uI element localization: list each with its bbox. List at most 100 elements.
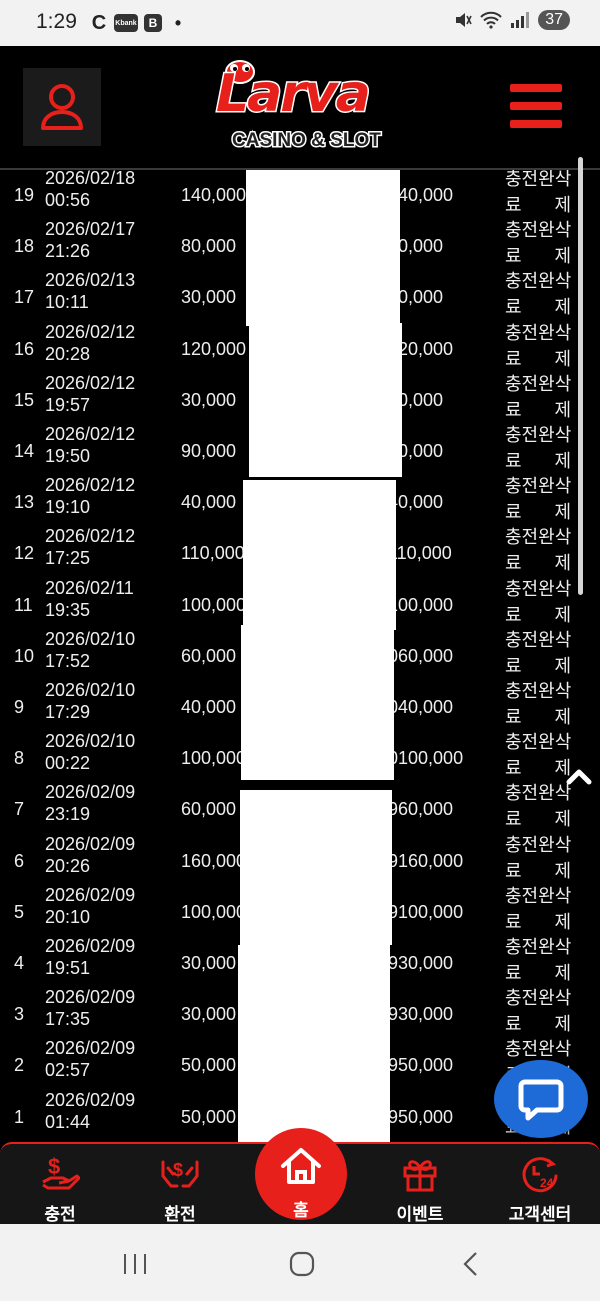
row-delete-button-cont[interactable]: 제 xyxy=(554,294,571,320)
row-status-cont: 료 xyxy=(505,553,522,574)
row-delete-button[interactable]: 삭 xyxy=(555,527,572,547)
wifi-icon xyxy=(480,11,502,29)
row-number: 5 xyxy=(14,901,25,922)
row-delete-button-cont[interactable]: 제 xyxy=(554,858,571,884)
recent-apps-icon[interactable] xyxy=(120,1252,150,1276)
row-number: 14 xyxy=(14,441,35,461)
row-delete-button-cont[interactable]: 제 xyxy=(554,1011,571,1037)
row-delete-button[interactable]: 삭 xyxy=(555,425,572,445)
row-number: 4 xyxy=(14,953,25,973)
row-amount: 60,000 xyxy=(181,645,237,666)
row-delete-button[interactable]: 삭 xyxy=(555,988,572,1008)
scroll-to-top-icon[interactable] xyxy=(565,763,593,791)
row-datetime: 2026/02/10 00:22 xyxy=(45,730,135,774)
row-balance: 950,000 xyxy=(388,1055,454,1076)
row-status-action: 충전완삭료 제 xyxy=(505,371,577,423)
row-delete-button-cont[interactable]: 제 xyxy=(554,397,571,423)
nav-support[interactable]: 24 고객센터 xyxy=(490,1144,590,1226)
home-system-icon[interactable] xyxy=(288,1250,316,1278)
redaction-block xyxy=(241,625,394,780)
user-profile-button[interactable] xyxy=(23,68,101,146)
row-amount: 30,000 xyxy=(181,1004,237,1025)
row-delete-button-cont[interactable]: 제 xyxy=(554,960,571,986)
nav-charge[interactable]: $ 충전 xyxy=(10,1144,110,1226)
status-time: 1:29 xyxy=(36,10,77,33)
user-icon xyxy=(41,84,83,130)
row-amount: 140,000 xyxy=(181,185,247,205)
row-delete-button[interactable]: 삭 xyxy=(555,374,572,394)
row-date: 2026/02/18 xyxy=(45,170,136,188)
row-balance: 40,000 xyxy=(388,492,444,513)
row-delete-button-cont[interactable]: 제 xyxy=(554,346,571,372)
row-delete-button-cont[interactable]: 제 xyxy=(554,806,571,832)
row-number: 10 xyxy=(14,645,35,666)
row-status-cont: 료 xyxy=(505,1014,522,1035)
row-status-cont: 료 xyxy=(505,604,522,625)
row-delete-button[interactable]: 삭 xyxy=(555,476,572,496)
row-delete-button-cont[interactable]: 제 xyxy=(554,602,571,628)
row-delete-button[interactable]: 삭 xyxy=(555,579,572,599)
row-date: 2026/02/10 xyxy=(45,680,136,700)
nav-event-label: 이벤트 xyxy=(396,1205,444,1224)
row-delete-button[interactable]: 삭 xyxy=(555,323,572,343)
row-status-cont: 료 xyxy=(505,758,522,779)
row-delete-button-cont[interactable]: 제 xyxy=(554,448,571,474)
row-delete-button-cont[interactable]: 제 xyxy=(554,499,571,525)
redaction-block xyxy=(249,323,402,477)
row-delete-button[interactable]: 삭 xyxy=(555,732,572,752)
hamburger-menu-button[interactable] xyxy=(510,84,562,128)
row-delete-button[interactable]: 삭 xyxy=(555,271,572,291)
row-date: 2026/02/12 xyxy=(45,321,136,342)
larva-logo[interactable]: Larva CASINO & SLOT xyxy=(210,52,390,164)
row-delete-button[interactable]: 삭 xyxy=(555,886,572,906)
row-balance: 060,000 xyxy=(388,645,454,666)
deposit-history-list[interactable]: 19 2026/02/18 00:56 140,000 140,000 충전완삭 료 제 18 2… xyxy=(0,170,600,1142)
row-amount: 90,000 xyxy=(181,441,237,461)
row-amount: 100,000 xyxy=(181,594,247,615)
nav-event[interactable]: 이벤트 xyxy=(370,1144,470,1226)
row-number: 15 xyxy=(14,389,35,410)
row-datetime: 2026/02/17 21:26 xyxy=(45,218,135,262)
support-24-badge: 24 xyxy=(540,1176,554,1190)
scrollbar[interactable] xyxy=(578,157,583,595)
row-delete-button[interactable]: 삭 xyxy=(555,630,572,650)
row-delete-button[interactable]: 삭 xyxy=(555,170,572,189)
row-time: 00:22 xyxy=(45,753,91,774)
row-delete-button[interactable]: 삭 xyxy=(555,1039,572,1059)
row-delete-button-cont[interactable]: 제 xyxy=(554,550,571,576)
row-delete-button-cont[interactable]: 제 xyxy=(554,243,571,269)
row-delete-button-cont[interactable]: 제 xyxy=(554,653,571,679)
row-status-cont: 료 xyxy=(505,963,522,983)
row-status: 충전완 xyxy=(505,170,555,189)
row-date: 2026/02/10 xyxy=(45,731,136,752)
menu-bar-icon xyxy=(510,120,562,128)
row-date: 2026/02/09 xyxy=(45,833,136,854)
row-number: 3 xyxy=(14,1004,25,1025)
row-datetime: 2026/02/09 20:26 xyxy=(45,833,135,877)
row-delete-button-cont[interactable]: 제 xyxy=(554,192,571,218)
row-delete-button-cont[interactable]: 제 xyxy=(554,704,571,730)
back-icon[interactable] xyxy=(460,1250,482,1278)
row-status: 충전완 xyxy=(505,629,555,650)
row-date: 2026/02/12 xyxy=(45,424,136,444)
row-amount: 80,000 xyxy=(181,236,237,257)
live-chat-button[interactable] xyxy=(494,1060,588,1138)
row-date: 2026/02/12 xyxy=(45,526,136,547)
row-number: 2 xyxy=(14,1055,25,1076)
row-delete-button[interactable]: 삭 xyxy=(555,835,572,855)
row-balance: 040,000 xyxy=(388,697,454,717)
nav-exchange[interactable]: $ 환전 xyxy=(130,1144,230,1226)
row-balance: 100,000 xyxy=(388,594,454,615)
row-time: 17:35 xyxy=(45,1009,91,1030)
mute-icon xyxy=(456,13,472,27)
row-delete-button-cont[interactable]: 제 xyxy=(554,909,571,935)
row-delete-button[interactable]: 삭 xyxy=(555,220,572,240)
notification-dot: • xyxy=(174,12,182,33)
row-delete-button[interactable]: 삭 xyxy=(555,681,572,701)
row-datetime: 2026/02/09 01:44 xyxy=(45,1089,135,1133)
nav-home-button[interactable]: 홈 xyxy=(255,1128,347,1220)
row-delete-button[interactable]: 삭 xyxy=(555,937,572,957)
row-status-action: 충전완삭료 제 xyxy=(505,985,577,1037)
row-status-action: 충전완삭료 제 xyxy=(505,217,577,269)
row-amount: 110,000 xyxy=(181,543,245,564)
